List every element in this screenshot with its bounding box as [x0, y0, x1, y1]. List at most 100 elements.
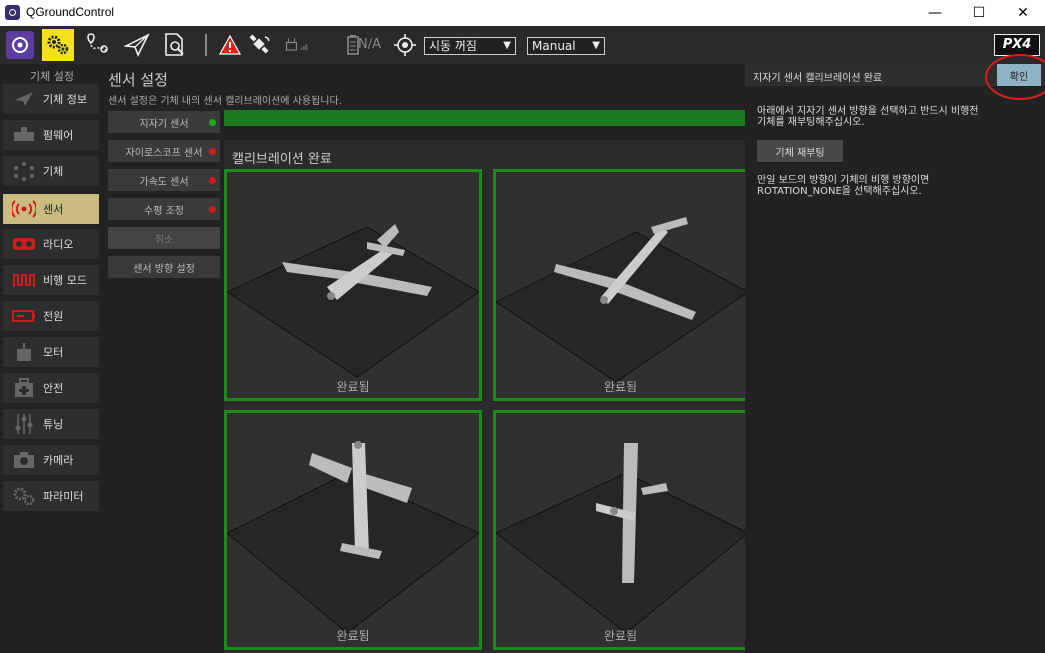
sensor-button-label: 가속도 센서	[139, 176, 189, 188]
arm-status-label: 시동 꺼짐	[429, 39, 477, 53]
sidebar-item-label: 기체	[43, 165, 64, 178]
calibration-progress-bar	[224, 110, 745, 126]
orientation-status-label: 완료됨	[603, 380, 638, 394]
note-line: 만일 보드의 방향이 기체의 비행 방향이면	[757, 175, 930, 186]
warning-icon[interactable]	[215, 30, 245, 60]
sidebar-item-camera[interactable]: 카메라	[3, 445, 99, 475]
chevron-down-icon: ▼	[592, 40, 600, 51]
sidebar-item-label: 비행 모드	[43, 274, 87, 287]
orientation-status-label: 완료됨	[336, 629, 370, 643]
orientation-cell-nose-down[interactable]: 완료됨	[224, 410, 482, 650]
sidebar-item-parameters[interactable]: 파라미터	[3, 481, 99, 511]
plane-icon	[11, 89, 37, 109]
sidebar-item-tuning[interactable]: 튜닝	[3, 409, 99, 439]
panel-header-title: 지자기 센서 캘리브레이션 완료	[753, 73, 883, 84]
sidebar-item-label: 튜닝	[43, 418, 64, 431]
instruction-line: 아래에서 지자기 센서 방향을 선택하고 반드시 비행전	[757, 106, 979, 117]
sensor-button-label: 센서 방향 설정	[133, 263, 195, 275]
orientation-status-label: 완료됨	[603, 629, 638, 643]
window-titlebar: QGroundControl — ☐ ✕	[0, 0, 1045, 26]
toolbar-divider	[205, 34, 207, 56]
arm-status-dropdown[interactable]: 시동 꺼짐 ▼	[424, 37, 516, 55]
sidebar-item-firmware[interactable]: 펌웨어	[3, 120, 99, 150]
sidebar-item-summary[interactable]: 기체 정보	[3, 84, 99, 114]
instruction-line: 기체를 재부팅해주십시오.	[757, 117, 865, 128]
sidebar-item-safety[interactable]: 안전	[3, 373, 99, 403]
radio-icon	[11, 234, 37, 254]
sidebar-item-airframe[interactable]: 기체	[3, 156, 99, 186]
plan-view-icon[interactable]	[82, 30, 112, 60]
page-description: 센서 설정은 기체 내의 센서 캘리브레이션에 사용됩니다.	[108, 96, 342, 107]
flight-mode-icon	[11, 270, 37, 290]
sensor-button-label: 수평 조정	[144, 205, 184, 217]
main-toolbar: N/A 시동 꺼짐 ▼ Manual ▼ PX4	[0, 26, 1045, 64]
sidebar-item-motors[interactable]: 모터	[3, 337, 99, 367]
orientation-status-label: 완료됨	[336, 380, 370, 394]
motor-icon	[11, 342, 37, 362]
progress-fill	[224, 110, 745, 126]
minimize-button[interactable]: —	[913, 0, 957, 26]
sidebar-item-power[interactable]: 전원	[3, 301, 99, 331]
chevron-down-icon: ▼	[503, 40, 511, 51]
window-title: QGroundControl	[26, 5, 115, 19]
status-red-dot-icon	[209, 177, 216, 184]
sidebar-item-label: 파라미터	[43, 490, 84, 503]
parameters-icon	[11, 486, 37, 506]
gyroscope-sensor-button[interactable]: 자이로스코프 센서	[108, 140, 220, 162]
flight-mode-dropdown[interactable]: Manual ▼	[527, 37, 605, 55]
vehicle-setup-gear-icon[interactable]	[42, 29, 74, 61]
calibration-panel: 캘리브레이션 완료 완료됨 완료됨 완료됨 완료됨	[224, 140, 745, 653]
sensor-button-label: 취소	[154, 234, 174, 246]
sensor-button-label: 자이로스코프 센서	[125, 147, 203, 159]
orientation-cell-right[interactable]: 완료됨	[493, 410, 745, 650]
tuning-icon	[11, 414, 37, 434]
sensor-setup-page: 센서 설정 센서 설정은 기체 내의 센서 캘리브레이션에 사용됩니다. 지자기…	[104, 64, 745, 653]
airplane-image	[496, 217, 745, 383]
airplane-image	[227, 224, 479, 378]
sidebar-item-flight-modes[interactable]: 비행 모드	[3, 265, 99, 295]
gps-satellite-icon[interactable]	[245, 30, 275, 60]
airplane-image	[227, 441, 479, 634]
px4-logo: PX4	[994, 34, 1040, 56]
calibration-title: 캘리브레이션 완료	[232, 152, 332, 167]
page-title: 센서 설정	[108, 71, 168, 89]
fly-view-paper-plane-icon[interactable]	[122, 30, 152, 60]
safety-icon	[11, 378, 37, 398]
firmware-icon	[11, 125, 37, 145]
setup-sidebar: 기체 설정 기체 정보 펌웨어 기체 센서 라디오 비행 모드 전원 모터 안전…	[0, 64, 104, 653]
compass-sensor-button[interactable]: 지자기 센서	[108, 111, 220, 133]
status-red-dot-icon	[209, 148, 216, 155]
sidebar-item-radio[interactable]: 라디오	[3, 229, 99, 259]
rc-rssi-icon[interactable]	[284, 30, 314, 60]
highlight-circle-annotation	[985, 54, 1045, 100]
orientation-cell-left[interactable]: 완료됨	[493, 169, 745, 401]
cancel-button[interactable]: 취소	[108, 227, 220, 249]
accelerometer-sensor-button[interactable]: 가속도 센서	[108, 169, 220, 191]
sidebar-item-label: 기체 정보	[43, 93, 87, 106]
sensor-orientation-button[interactable]: 센서 방향 설정	[108, 256, 220, 278]
note-line: ROTATION_NONE을 선택해주십시오.	[757, 186, 922, 197]
analyze-view-icon[interactable]	[160, 30, 190, 60]
sidebar-item-label: 펌웨어	[43, 129, 74, 142]
calibration-result-panel: 지자기 센서 캘리브레이션 완료 확인 아래에서 지자기 센서 방향을 선택하고…	[745, 54, 1045, 653]
camera-icon	[11, 450, 37, 470]
sidebar-item-label: 전원	[43, 310, 64, 323]
sidebar-item-sensors[interactable]: 센서	[3, 194, 99, 224]
instruction-text: 아래에서 지자기 센서 방향을 선택하고 반드시 비행전 기체를 재부팅해주십시…	[757, 106, 1042, 128]
sidebar-item-label: 카메라	[43, 454, 74, 467]
level-horizon-button[interactable]: 수평 조정	[108, 198, 220, 220]
sidebar-item-label: 센서	[43, 203, 64, 216]
qgc-logo-icon[interactable]	[6, 31, 34, 59]
battery-status-text: N/A	[358, 37, 381, 52]
sidebar-item-label: 모터	[43, 346, 64, 359]
sensor-icon	[11, 199, 37, 219]
orientation-cell-upright[interactable]: 완료됨	[224, 169, 482, 401]
airframe-icon	[11, 161, 37, 181]
app-icon	[5, 5, 20, 20]
gps-crosshair-icon[interactable]	[390, 30, 420, 60]
sidebar-header: 기체 설정	[30, 70, 74, 83]
maximize-button[interactable]: ☐	[957, 0, 1001, 26]
sidebar-item-label: 안전	[43, 382, 64, 395]
close-button[interactable]: ✕	[1001, 0, 1045, 26]
reboot-vehicle-button[interactable]: 기체 재부팅	[757, 140, 843, 162]
